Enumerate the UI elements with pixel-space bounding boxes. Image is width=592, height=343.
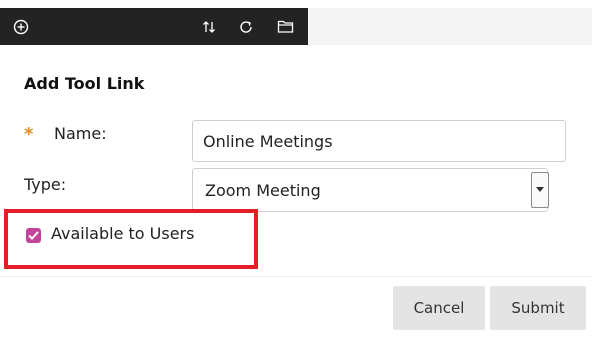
folder-icon[interactable] [270,8,300,45]
add-tool-link-page: Add Tool Link * Name: Type: Zoom Meeting… [0,0,592,343]
top-toolbar [0,8,592,45]
divider [0,276,592,277]
type-select-value: Zoom Meeting [205,180,321,200]
toolbar-actions [0,8,308,45]
type-select[interactable]: Zoom Meeting [192,168,549,212]
add-circle-icon[interactable] [4,8,38,45]
panel-title: Add Tool Link [24,74,145,93]
chevron-down-icon[interactable] [531,172,549,208]
sort-arrows-icon[interactable] [195,8,223,45]
available-to-users-checkbox[interactable] [26,228,41,243]
submit-button[interactable]: Submit [490,286,586,330]
name-input[interactable] [192,120,566,162]
type-label: Type: [24,175,67,194]
checkmark-icon [28,231,39,240]
cancel-button[interactable]: Cancel [393,286,485,330]
available-to-users-label[interactable]: Available to Users [51,224,194,243]
name-label: Name: [54,124,107,143]
required-star-icon: * [24,124,34,145]
refresh-icon[interactable] [232,8,260,45]
